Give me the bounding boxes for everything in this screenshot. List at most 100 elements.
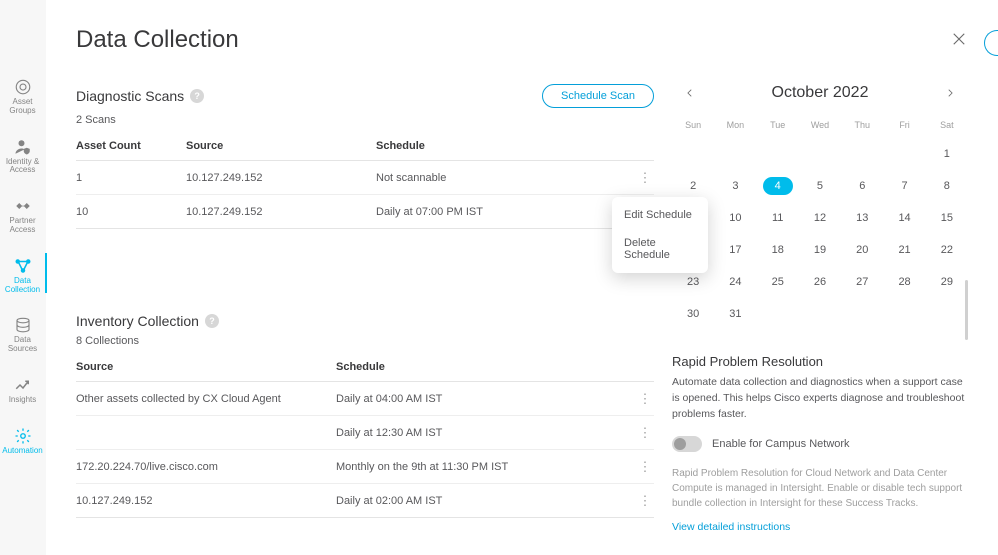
sidebar-item-identity-access[interactable]: Identity &Access [0,138,46,176]
rpr-instructions-link[interactable]: View detailed instructions [672,521,790,533]
calendar-empty [672,138,714,170]
sidebar-item-label: Automation [2,447,42,456]
col-schedule: Schedule [376,140,636,152]
cell-schedule: Not scannable [376,172,636,184]
row-actions-button[interactable]: ⋮ [636,171,654,184]
calendar-day[interactable]: 17 [714,234,756,266]
sidebar-item-label: DataSources [8,336,37,354]
row-actions-button[interactable]: ⋮ [636,426,654,439]
cell-asset-count: 10 [76,206,186,218]
chart-line-icon [14,376,32,394]
cell-schedule: Daily at 12:30 AM IST [336,427,636,439]
calendar-day[interactable]: 26 [799,266,841,298]
menu-delete-schedule[interactable]: Delete Schedule [612,229,708,269]
cell-source: 172.20.224.70/live.cisco.com [76,461,336,473]
calendar-day[interactable]: 25 [757,266,799,298]
calendar-day[interactable]: 5 [799,170,841,202]
calendar-nav: October 2022 [672,84,968,102]
row-actions-button[interactable]: ⋮ [636,494,654,507]
calendar-day[interactable]: 3 [714,170,756,202]
sidebar-item-automation[interactable]: Automation [0,427,46,456]
table-row: 10.127.249.152 Daily at 02:00 AM IST ⋮ [76,484,654,518]
calendar-day[interactable]: 10 [714,202,756,234]
table-header: Source Schedule [76,353,654,382]
calendar-day[interactable]: 11 [757,202,799,234]
rapid-problem-resolution: Rapid Problem Resolution Automate data c… [672,354,968,533]
database-icon [14,316,32,334]
table-row: 172.20.224.70/live.cisco.com Monthly on … [76,450,654,484]
table-row: 10 10.127.249.152 Daily at 07:00 PM IST … [76,195,654,229]
calendar-dow: Thu [841,116,883,138]
calendar-day[interactable]: 24 [714,266,756,298]
calendar-day[interactable]: 6 [841,170,883,202]
calendar-day[interactable]: 15 [926,202,968,234]
calendar-day[interactable]: 4 [757,170,799,202]
col-source: Source [186,140,376,152]
table-row: Daily at 12:30 AM IST ⋮ [76,416,654,450]
schedule-scan-button[interactable]: Schedule Scan [542,84,654,108]
search-button-clipped[interactable] [984,30,998,56]
table-header: Asset Count Source Schedule [76,132,654,161]
calendar-day[interactable]: 27 [841,266,883,298]
calendar-day[interactable]: 31 [714,298,756,330]
app-root: AssetGroups Identity &Access PartnerAcce… [0,0,998,555]
sidebar: AssetGroups Identity &Access PartnerAcce… [0,0,46,555]
rpr-toggle-row: Enable for Campus Network [672,436,968,452]
scrollbar[interactable] [964,80,970,545]
sidebar-item-label: Insights [9,396,37,405]
main-panel: Data Collection Diagnostic Scans ? Sched… [46,0,998,555]
calendar-day[interactable]: 22 [926,234,968,266]
help-icon[interactable]: ? [190,89,204,103]
close-button[interactable] [950,30,968,51]
calendar-day[interactable]: 28 [883,266,925,298]
calendar-day[interactable]: 1 [926,138,968,170]
rpr-toggle[interactable] [672,436,702,452]
sidebar-item-label: Identity &Access [6,158,39,176]
menu-edit-schedule[interactable]: Edit Schedule [612,201,708,229]
table-row: 1 10.127.249.152 Not scannable ⋮ [76,161,654,195]
row-actions-button[interactable]: ⋮ [636,460,654,473]
calendar-day[interactable]: 14 [883,202,925,234]
calendar-prev-button[interactable] [680,88,700,98]
section-title: Inventory Collection [76,313,199,329]
cell-schedule: Daily at 04:00 AM IST [336,393,636,405]
calendar-day[interactable]: 12 [799,202,841,234]
cell-source: Other assets collected by CX Cloud Agent [76,393,336,405]
calendar-dow: Sun [672,116,714,138]
calendar-dow: Fri [883,116,925,138]
sidebar-item-partner-access[interactable]: PartnerAccess [0,197,46,235]
sidebar-item-asset-groups[interactable]: AssetGroups [0,78,46,116]
help-icon[interactable]: ? [205,314,219,328]
header: Data Collection [76,26,968,54]
calendar-empty [841,138,883,170]
right-column: October 2022 SunMonTueWedThuFriSat123456… [672,84,968,533]
calendar-day[interactable]: 19 [799,234,841,266]
calendar-day[interactable]: 13 [841,202,883,234]
calendar-day[interactable]: 21 [883,234,925,266]
calendar-day[interactable]: 29 [926,266,968,298]
row-actions-button[interactable]: ⋮ [636,392,654,405]
cell-source: 10.127.249.152 [186,172,376,184]
section-title-wrap: Diagnostic Scans ? [76,88,204,104]
calendar-dow: Tue [757,116,799,138]
sidebar-item-data-collection[interactable]: DataCollection [0,257,46,295]
row-actions-menu: Edit Schedule Delete Schedule [612,197,708,273]
calendar-day[interactable]: 30 [672,298,714,330]
user-shield-icon [14,138,32,156]
rpr-title: Rapid Problem Resolution [672,354,968,369]
sidebar-item-label: PartnerAccess [9,217,35,235]
sidebar-item-data-sources[interactable]: DataSources [0,316,46,354]
sidebar-item-insights[interactable]: Insights [0,376,46,405]
section-header: Inventory Collection ? [76,313,654,329]
calendar-day[interactable]: 18 [757,234,799,266]
scan-count: 2 Scans [76,114,654,126]
calendar-day[interactable]: 20 [841,234,883,266]
calendar-empty [799,138,841,170]
handshake-icon [14,197,32,215]
calendar-day[interactable]: 8 [926,170,968,202]
content-columns: Diagnostic Scans ? Schedule Scan 2 Scans… [76,84,968,533]
left-column: Diagnostic Scans ? Schedule Scan 2 Scans… [76,84,654,533]
calendar-next-button[interactable] [940,88,960,98]
page-title: Data Collection [76,26,239,54]
calendar-day[interactable]: 7 [883,170,925,202]
